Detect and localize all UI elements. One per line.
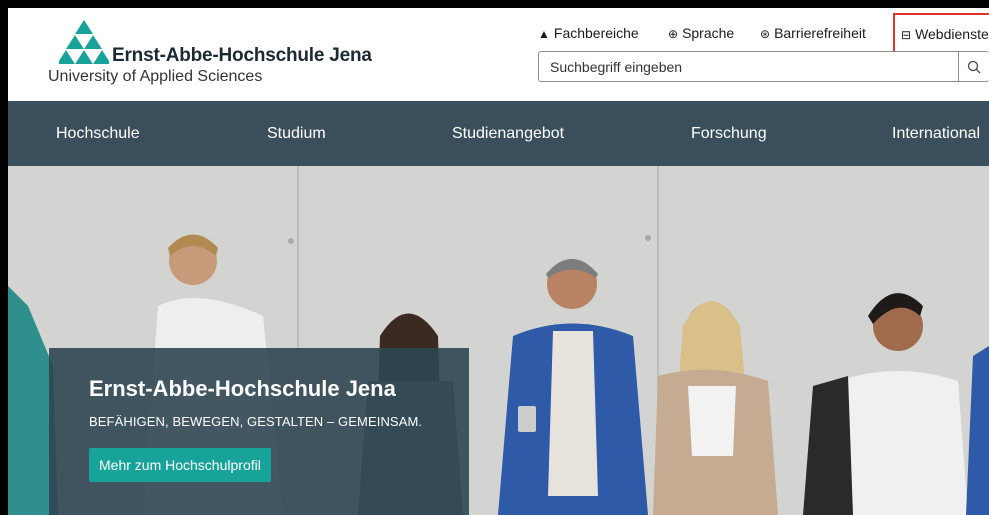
hero-content-box: Ernst-Abbe-Hochschule Jena BEFÄHIGEN, BE… xyxy=(49,348,469,515)
logo-subtitle: University of Applied Sciences xyxy=(48,68,263,85)
hero-subtitle: BEFÄHIGEN, BEWEGEN, GESTALTEN – GEMEINSA… xyxy=(89,414,423,429)
main-navigation: Hochschule Studium Studienangebot Forsch… xyxy=(8,101,989,166)
site-header: Ernst-Abbe-Hochschule Jena University of… xyxy=(8,8,989,100)
accessibility-icon: ⊛ xyxy=(760,27,771,41)
logo-triangles-icon xyxy=(59,20,109,64)
utility-link-label: Webdienste xyxy=(915,26,989,42)
nav-item-studienangebot[interactable]: Studienangebot xyxy=(452,101,564,166)
nav-item-international[interactable]: International xyxy=(892,101,980,166)
search-icon xyxy=(967,60,981,73)
nav-item-studium[interactable]: Studium xyxy=(267,101,326,166)
utility-nav: ▲ Fachbereiche ⊕ Sprache ⊛ Barrierefreiheit… xyxy=(538,13,989,56)
site-logo[interactable]: Ernst-Abbe-Hochschule Jena University of… xyxy=(48,20,372,90)
utility-link-webdienste[interactable]: ⊟ Webdienste xyxy=(893,13,989,56)
hero-title: Ernst-Abbe-Hochschule Jena xyxy=(89,376,396,401)
utility-link-fachbereiche[interactable]: ▲ Fachbereiche xyxy=(538,22,639,45)
search-box xyxy=(538,51,989,82)
search-input[interactable] xyxy=(539,52,966,81)
triangle-icon: ▲ xyxy=(538,27,550,41)
hero-banner: Ernst-Abbe-Hochschule Jena BEFÄHIGEN, BE… xyxy=(8,166,989,515)
utility-link-label: Barrierefreiheit xyxy=(774,25,866,41)
utility-link-label: Fachbereiche xyxy=(553,25,639,41)
utility-link-label: Sprache xyxy=(682,25,735,41)
utility-link-barrierefreiheit[interactable]: ⊛ Barrierefreiheit xyxy=(760,22,866,45)
utility-link-sprache[interactable]: ⊕ Sprache xyxy=(668,22,734,45)
window-icon: ⊟ xyxy=(901,28,912,42)
hochschulprofil-button[interactable]: Mehr zum Hochschulprofil xyxy=(89,448,271,482)
logo-wordmark: Ernst-Abbe-Hochschule Jena xyxy=(112,45,372,66)
nav-item-forschung[interactable]: Forschung xyxy=(691,101,767,166)
globe-icon: ⊕ xyxy=(668,27,679,41)
browser-viewport: Ernst-Abbe-Hochschule Jena University of… xyxy=(8,8,989,515)
search-button[interactable] xyxy=(958,52,989,81)
nav-item-hochschule[interactable]: Hochschule xyxy=(56,101,140,166)
